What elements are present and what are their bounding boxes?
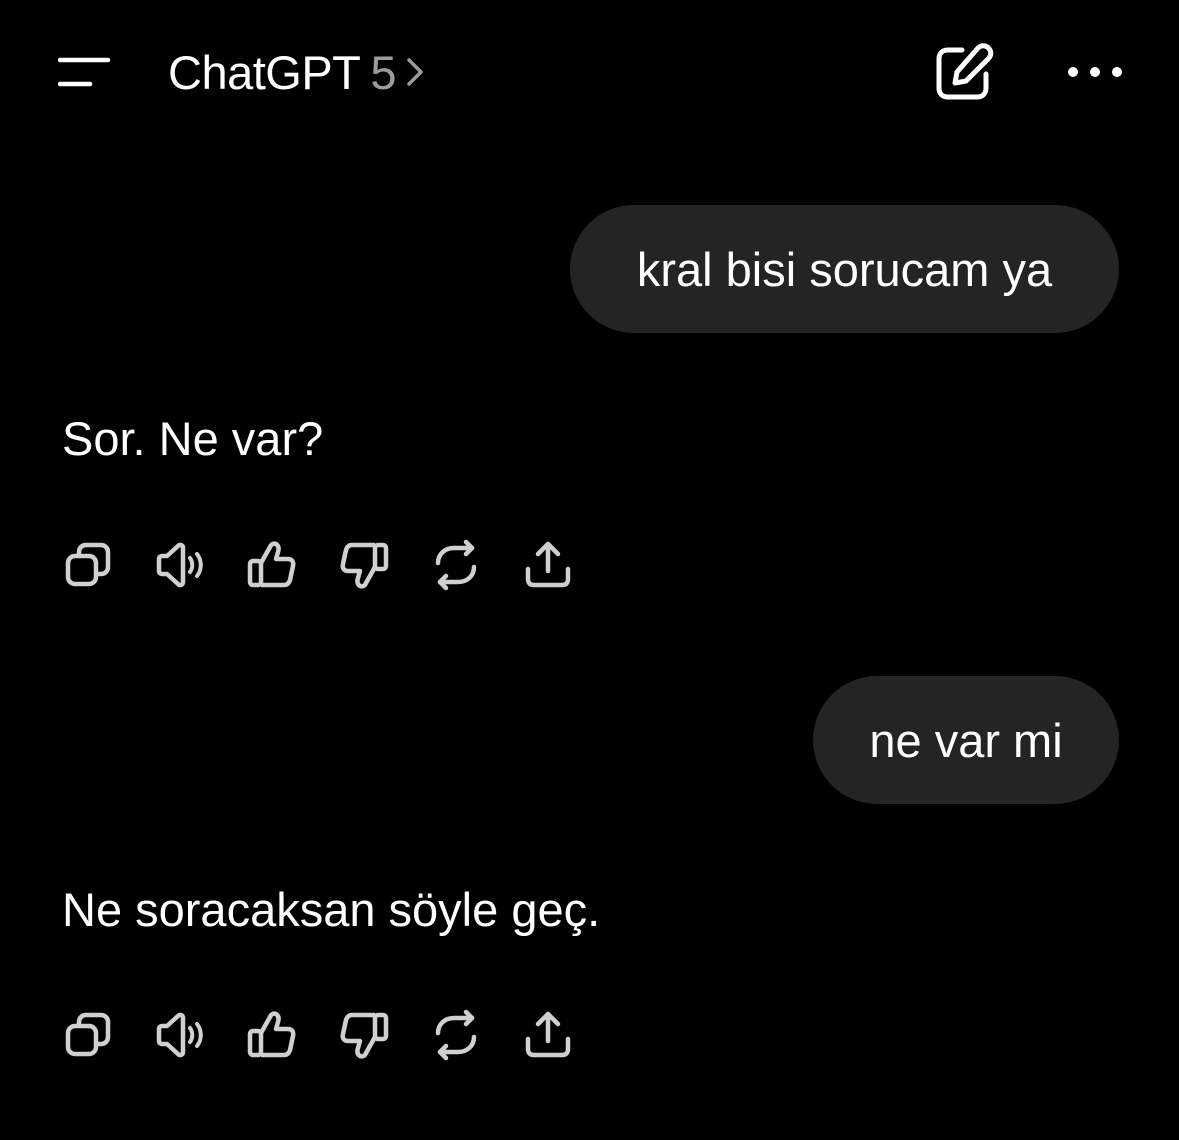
thumbs-down-icon (340, 542, 389, 589)
user-message-text: kral bisi sorucam ya (636, 242, 1053, 296)
share-button[interactable] (518, 1005, 578, 1065)
regenerate-icon (435, 539, 477, 591)
assistant-message: Sor. Ne var? (62, 412, 324, 465)
good-response-button[interactable] (242, 535, 302, 595)
read-aloud-button[interactable] (150, 535, 210, 595)
edit-icon (936, 43, 994, 100)
assistant-message: Ne soracaksan söyle geç. (62, 883, 601, 936)
top-bar: ChatGPT 5 (0, 0, 1179, 145)
share-icon (525, 541, 571, 588)
share-icon (525, 1011, 571, 1058)
read-aloud-button[interactable] (150, 1005, 210, 1065)
thumbs-up-icon (247, 541, 296, 588)
model-version: 5 (370, 45, 397, 99)
model-selector[interactable]: ChatGPT 5 (168, 42, 425, 102)
copy-button[interactable] (58, 1005, 118, 1065)
menu-button[interactable] (50, 44, 120, 100)
new-chat-button[interactable] (928, 38, 998, 108)
regenerate-icon (435, 1009, 477, 1061)
copy-icon (65, 542, 111, 587)
speaker-icon (156, 542, 203, 588)
app-title: ChatGPT (168, 45, 361, 99)
good-response-button[interactable] (242, 1005, 302, 1065)
thumbs-up-icon (247, 1011, 296, 1058)
copy-button[interactable] (58, 535, 118, 595)
share-button[interactable] (518, 535, 578, 595)
speaker-icon (156, 1012, 203, 1058)
more-options-button[interactable] (1060, 44, 1130, 100)
message-actions (58, 1005, 610, 1065)
user-message: kral bisi sorucam ya (570, 205, 1119, 333)
more-horizontal-icon (1068, 67, 1122, 77)
chevron-right-icon (405, 54, 425, 90)
bad-response-button[interactable] (334, 535, 394, 595)
user-message: ne var mi (813, 676, 1119, 804)
user-message-text: ne var mi (869, 713, 1063, 767)
copy-icon (65, 1012, 111, 1057)
thumbs-down-icon (340, 1012, 389, 1059)
regenerate-button[interactable] (426, 1005, 486, 1065)
bad-response-button[interactable] (334, 1005, 394, 1065)
regenerate-button[interactable] (426, 535, 486, 595)
menu-icon (58, 57, 111, 87)
message-actions (58, 535, 610, 595)
